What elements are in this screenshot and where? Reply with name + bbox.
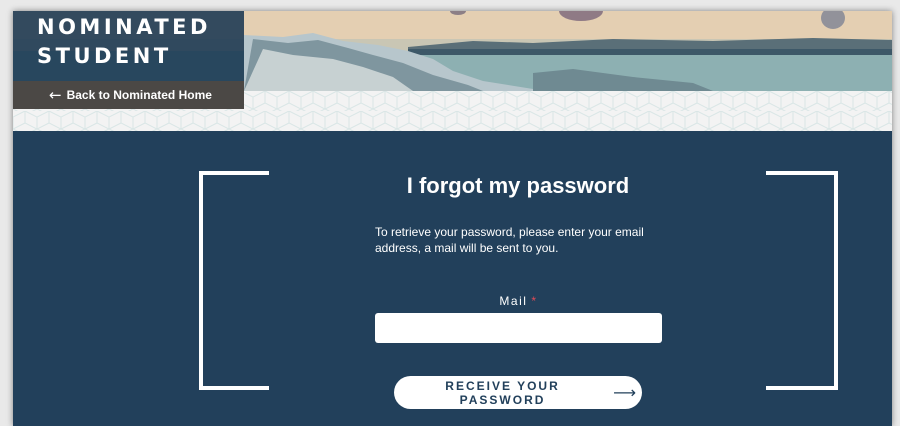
instructions-text: To retrieve your password, please enter …	[375, 225, 644, 255]
brand-title: NOMINATED STUDENT	[13, 11, 244, 81]
receive-password-button[interactable]: RECEIVE YOUR PASSWORD ⟶	[394, 376, 642, 409]
left-bracket-decoration	[199, 171, 269, 390]
arrow-left-icon: ←	[49, 86, 62, 104]
receive-password-label: RECEIVE YOUR PASSWORD	[445, 378, 560, 407]
required-marker: *	[531, 294, 538, 308]
brand-line-1: NOMINATED	[37, 15, 211, 39]
mail-input[interactable]	[375, 313, 662, 343]
right-bracket-decoration	[766, 171, 838, 390]
back-to-home-link[interactable]: ← Back to Nominated Home	[13, 81, 244, 109]
mail-label: Mail *	[375, 294, 662, 308]
forgot-password-panel: I forgot my password To retrieve your pa…	[13, 131, 892, 426]
arrow-right-icon: ⟶	[613, 383, 636, 402]
page-frame: NOMINATED STUDENT ← Back to Nominated Ho…	[13, 11, 892, 426]
brand-line-2: STUDENT	[37, 44, 172, 68]
back-link-label: Back to Nominated Home	[66, 88, 212, 102]
mail-label-text: Mail	[499, 294, 528, 308]
page-title: I forgot my password	[406, 173, 630, 198]
